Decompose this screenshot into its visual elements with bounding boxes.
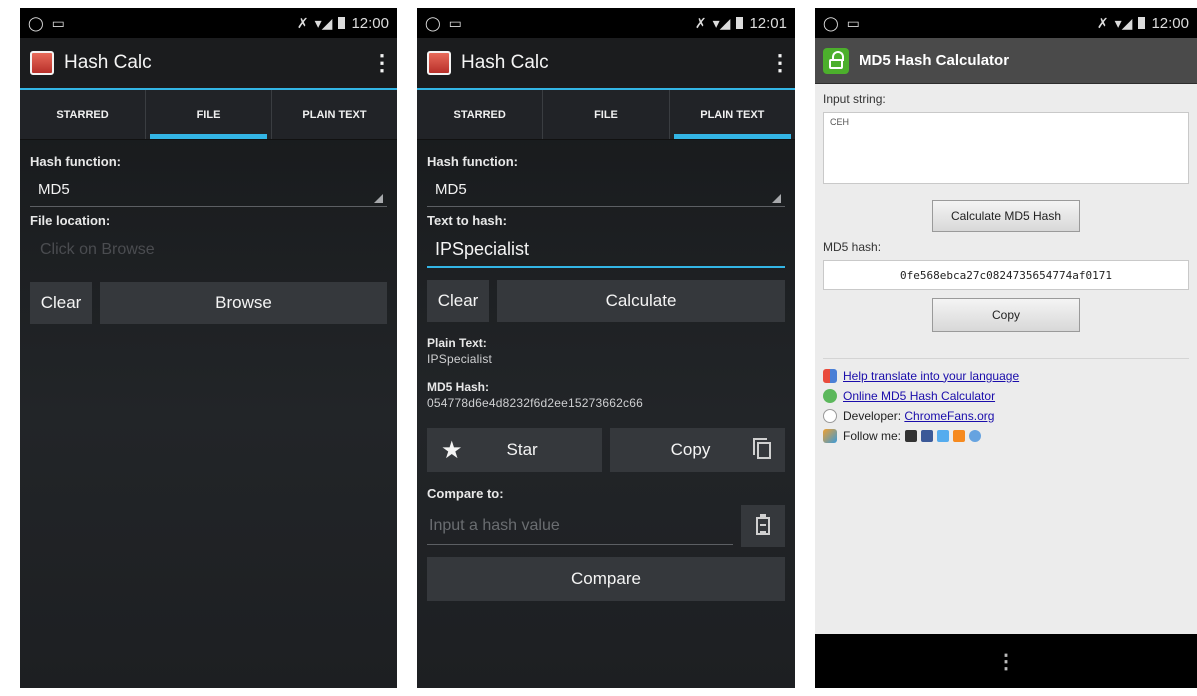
calculate-md5-button[interactable]: Calculate MD5 Hash: [932, 200, 1080, 232]
tab-bar: STARRED FILE PLAIN TEXT: [20, 90, 397, 140]
text-to-hash-input[interactable]: IPSpecialist: [427, 232, 785, 268]
title-bar: MD5 Hash Calculator: [815, 38, 1197, 84]
overflow-menu-icon[interactable]: ⋮: [996, 649, 1016, 674]
status-bar: ◯ ▭ ✗ ▾◢ 12:00: [815, 8, 1197, 38]
status-time: 12:00: [351, 14, 389, 32]
rss-icon[interactable]: [953, 429, 966, 442]
app-title: Hash Calc: [64, 52, 152, 73]
developer-label: Developer:: [843, 408, 905, 423]
input-string-textarea[interactable]: CEH: [823, 112, 1189, 184]
follow-label: Follow me:: [843, 428, 902, 443]
star-icon: ★: [441, 436, 463, 464]
battery-icon: [736, 17, 744, 29]
status-time: 12:00: [1151, 14, 1189, 32]
whatsapp-icon: ◯: [28, 14, 44, 31]
plain-text-content: Hash function: MD5 Text to hash: IPSpeci…: [417, 140, 795, 609]
md5-hash-label: MD5 hash:: [823, 240, 882, 254]
star-label: Star: [506, 440, 538, 459]
overflow-menu-icon[interactable]: ⋮: [769, 50, 791, 76]
wifi-signal-icon: ▾◢: [314, 14, 333, 31]
tab-bar: STARRED FILE PLAIN TEXT: [417, 90, 795, 140]
online-calculator-link[interactable]: Online MD5 Hash Calculator: [843, 389, 995, 403]
plain-text-label: Plain Text:: [427, 336, 487, 350]
status-bar: ◯ ▭ ✗ ▾◢ 12:01: [417, 8, 795, 38]
lock-icon: [823, 47, 849, 74]
md5-hash-output[interactable]: 0fe568ebca27c0824735654774af0171: [823, 260, 1189, 290]
copy-label: Copy: [670, 440, 711, 459]
action-bar: Hash Calc ⋮: [20, 38, 397, 90]
green-globe-icon: [823, 388, 837, 403]
app-title: MD5 Hash Calculator: [859, 52, 1010, 69]
status-bar: ◯ ▭ ✗ ▾◢ 12:00: [20, 8, 397, 38]
text-to-hash-label: Text to hash:: [427, 213, 507, 228]
clear-button[interactable]: Clear: [30, 282, 92, 324]
wifi-signal-icon: ▾◢: [1114, 14, 1133, 31]
input-string-label: Input string:: [823, 92, 886, 106]
clear-button[interactable]: Clear: [427, 280, 489, 322]
file-content: Hash function: MD5 File location: Click …: [20, 140, 397, 332]
copy-button[interactable]: Copy: [610, 428, 785, 472]
tab-plain-text[interactable]: PLAIN TEXT: [272, 90, 397, 139]
star-button[interactable]: ★ Star: [427, 428, 602, 472]
app-icon: [30, 51, 54, 75]
gallery-icon: ▭: [51, 14, 65, 31]
hash-function-label: Hash function:: [427, 154, 518, 169]
twitter-icon[interactable]: [937, 429, 950, 442]
phone-md5-calculator: ◯ ▭ ✗ ▾◢ 12:00 MD5 Hash Calculator Input…: [815, 8, 1197, 688]
hash-function-label: Hash function:: [30, 154, 121, 169]
status-time: 12:01: [749, 14, 787, 32]
tab-file[interactable]: FILE: [146, 90, 272, 139]
translate-icon: [823, 368, 837, 383]
clipboard-icon: [756, 514, 770, 535]
compare-to-label: Compare to:: [427, 486, 504, 501]
bottom-bar: ⋮: [815, 634, 1197, 688]
md5-hash-label: MD5 Hash:: [427, 380, 490, 394]
tab-starred[interactable]: STARRED: [20, 90, 146, 139]
whatsapp-icon: ◯: [425, 14, 441, 31]
share-icon[interactable]: [969, 429, 982, 442]
file-location-field[interactable]: Click on Browse: [30, 232, 387, 268]
delicious-icon[interactable]: [905, 429, 918, 442]
facebook-icon[interactable]: [921, 429, 934, 442]
calculate-button[interactable]: Calculate: [497, 280, 785, 322]
paste-button[interactable]: [741, 505, 785, 547]
translate-link[interactable]: Help translate into your language: [843, 369, 1019, 383]
chrome-icon: [823, 408, 837, 423]
divider: [823, 358, 1189, 359]
overflow-menu-icon[interactable]: ⋮: [371, 50, 393, 76]
mute-icon: ✗: [1096, 14, 1109, 31]
tab-file[interactable]: FILE: [543, 90, 670, 139]
browse-button[interactable]: Browse: [100, 282, 387, 324]
app-icon: [427, 51, 451, 75]
tab-plain-text[interactable]: PLAIN TEXT: [670, 90, 795, 139]
mute-icon: ✗: [694, 14, 707, 31]
phone-plain-text-tab: ◯ ▭ ✗ ▾◢ 12:01 Hash Calc ⋮ STARRED FILE …: [417, 8, 795, 688]
md5-hash-value: 054778d6e4d8232f6d2ee15273662c66: [427, 396, 643, 410]
hash-function-select[interactable]: MD5: [30, 173, 387, 207]
developer-link[interactable]: ChromeFans.org: [904, 409, 994, 423]
file-location-label: File location:: [30, 213, 111, 228]
battery-icon: [338, 17, 346, 29]
wifi-signal-icon: ▾◢: [712, 14, 731, 31]
battery-icon: [1138, 17, 1146, 29]
plain-text-value: IPSpecialist: [427, 352, 493, 366]
copy-icon: [753, 437, 771, 459]
follow-icon: [823, 428, 837, 443]
copy-button[interactable]: Copy: [932, 298, 1080, 332]
compare-button[interactable]: Compare: [427, 557, 785, 601]
action-bar: Hash Calc ⋮: [417, 38, 795, 90]
whatsapp-icon: ◯: [823, 14, 839, 31]
gallery-icon: ▭: [448, 14, 462, 31]
mute-icon: ✗: [296, 14, 309, 31]
tab-starred[interactable]: STARRED: [417, 90, 544, 139]
calculator-content: Input string: CEH Calculate MD5 Hash MD5…: [815, 84, 1197, 444]
gallery-icon: ▭: [846, 14, 860, 31]
app-title: Hash Calc: [461, 52, 549, 73]
phone-file-tab: ◯ ▭ ✗ ▾◢ 12:00 Hash Calc ⋮ STARRED FILE …: [20, 8, 397, 688]
compare-hash-input[interactable]: Input a hash value: [427, 507, 733, 545]
hash-function-select[interactable]: MD5: [427, 173, 785, 207]
